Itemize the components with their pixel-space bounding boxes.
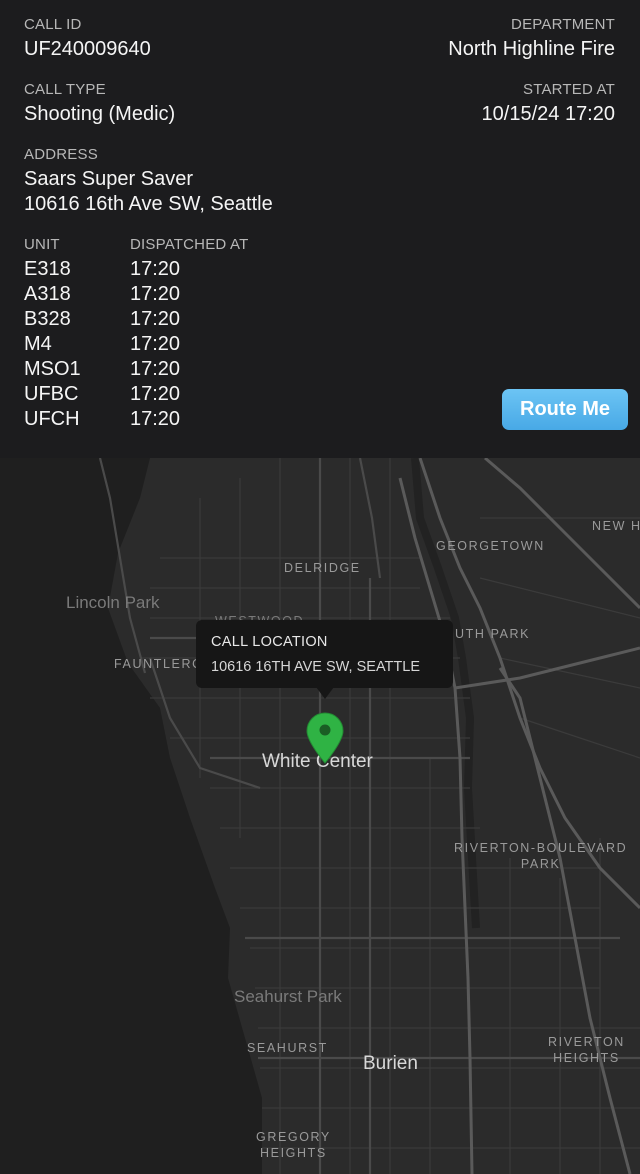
map-label-line: PARK: [520, 857, 561, 871]
unit-name: UFBC: [24, 383, 79, 405]
map-label-riverton-boulevard-park: RIVERTON-BOULEVARD PARK: [454, 840, 627, 872]
map-label-delridge: DELRIDGE: [284, 561, 361, 575]
unit-dispatch-time: 17:20: [130, 358, 181, 380]
map-label-line: RIVERTON: [548, 1035, 625, 1049]
unit-row: B328 17:20: [24, 308, 224, 333]
map-label-seahurst: SEAHURST: [247, 1041, 328, 1055]
map-label-fauntleroy: FAUNTLERO: [114, 657, 204, 671]
call-type-label: CALL TYPE: [24, 81, 106, 98]
app-screen: CALL ID UF240009640 DEPARTMENT North Hig…: [0, 0, 640, 1174]
unit-dispatch-time: 17:20: [130, 333, 181, 355]
unit-row: MSO1 17:20: [24, 358, 224, 383]
callout-address: 10616 16TH AVE SW, SEATTLE: [211, 659, 421, 675]
map-label-georgetown: GEORGETOWN: [436, 539, 545, 553]
address-line-2: 10616 16th Ave SW, Seattle: [24, 193, 273, 215]
unit-column-header: UNIT: [24, 236, 60, 253]
map-label-gregory-heights: GREGORY HEIGHTS: [256, 1129, 331, 1161]
map-label-line: HEIGHTS: [553, 1051, 620, 1065]
address-label: ADDRESS: [24, 146, 98, 163]
unit-name: UFCH: [24, 408, 80, 430]
unit-dispatch-time: 17:20: [130, 408, 181, 430]
map-view[interactable]: GEORGETOWN NEW H DELRIDGE Lincoln Park W…: [0, 458, 640, 1174]
unit-row: A318 17:20: [24, 283, 224, 308]
unit-dispatch-time: 17:20: [130, 308, 181, 330]
call-id-value: UF240009640: [24, 38, 151, 60]
callout-pointer: [316, 687, 334, 699]
call-info-panel: CALL ID UF240009640 DEPARTMENT North Hig…: [0, 0, 640, 458]
map-label-burien: Burien: [363, 1053, 418, 1074]
map-pin-icon[interactable]: [305, 712, 345, 764]
unit-row: M4 17:20: [24, 333, 224, 358]
map-label-line: GREGORY: [256, 1130, 331, 1144]
address-line-1: Saars Super Saver: [24, 168, 193, 190]
map-label-line: RIVERTON-BOULEVARD: [454, 841, 628, 855]
unit-row: UFCH 17:20: [24, 408, 224, 433]
callout-title: CALL LOCATION: [211, 634, 328, 650]
started-at-label: STARTED AT: [522, 81, 615, 98]
map-label-lincoln-park: Lincoln Park: [66, 593, 160, 612]
department-label: DEPARTMENT: [511, 16, 615, 33]
unit-dispatch-time: 17:20: [130, 383, 181, 405]
call-type-value: Shooting (Medic): [24, 103, 176, 125]
unit-name: B328: [24, 308, 71, 330]
unit-row: E318 17:20: [24, 258, 224, 283]
map-label-south-park: UTH PARK: [455, 627, 531, 641]
unit-name: A318: [24, 283, 71, 305]
map-label-riverton-heights: RIVERTON HEIGHTS: [548, 1034, 625, 1066]
map-label-seahurst-park: Seahurst Park: [234, 987, 342, 1006]
department-value: North Highline Fire: [448, 38, 615, 60]
unit-dispatch-time: 17:20: [130, 258, 181, 280]
unit-dispatch-time: 17:20: [130, 283, 181, 305]
dispatched-column-header: DISPATCHED AT: [130, 236, 249, 253]
unit-row: UFBC 17:20: [24, 383, 224, 408]
call-location-callout[interactable]: CALL LOCATION 10616 16TH AVE SW, SEATTLE: [196, 620, 453, 688]
unit-name: M4: [24, 333, 52, 355]
started-at-value: 10/15/24 17:20: [481, 103, 615, 125]
route-me-button[interactable]: Route Me: [502, 389, 628, 430]
map-label-new-holly: NEW H: [592, 519, 640, 533]
call-id-label: CALL ID: [24, 16, 82, 33]
map-label-line: HEIGHTS: [260, 1146, 327, 1160]
unit-name: E318: [24, 258, 71, 280]
unit-name: MSO1: [24, 358, 81, 380]
